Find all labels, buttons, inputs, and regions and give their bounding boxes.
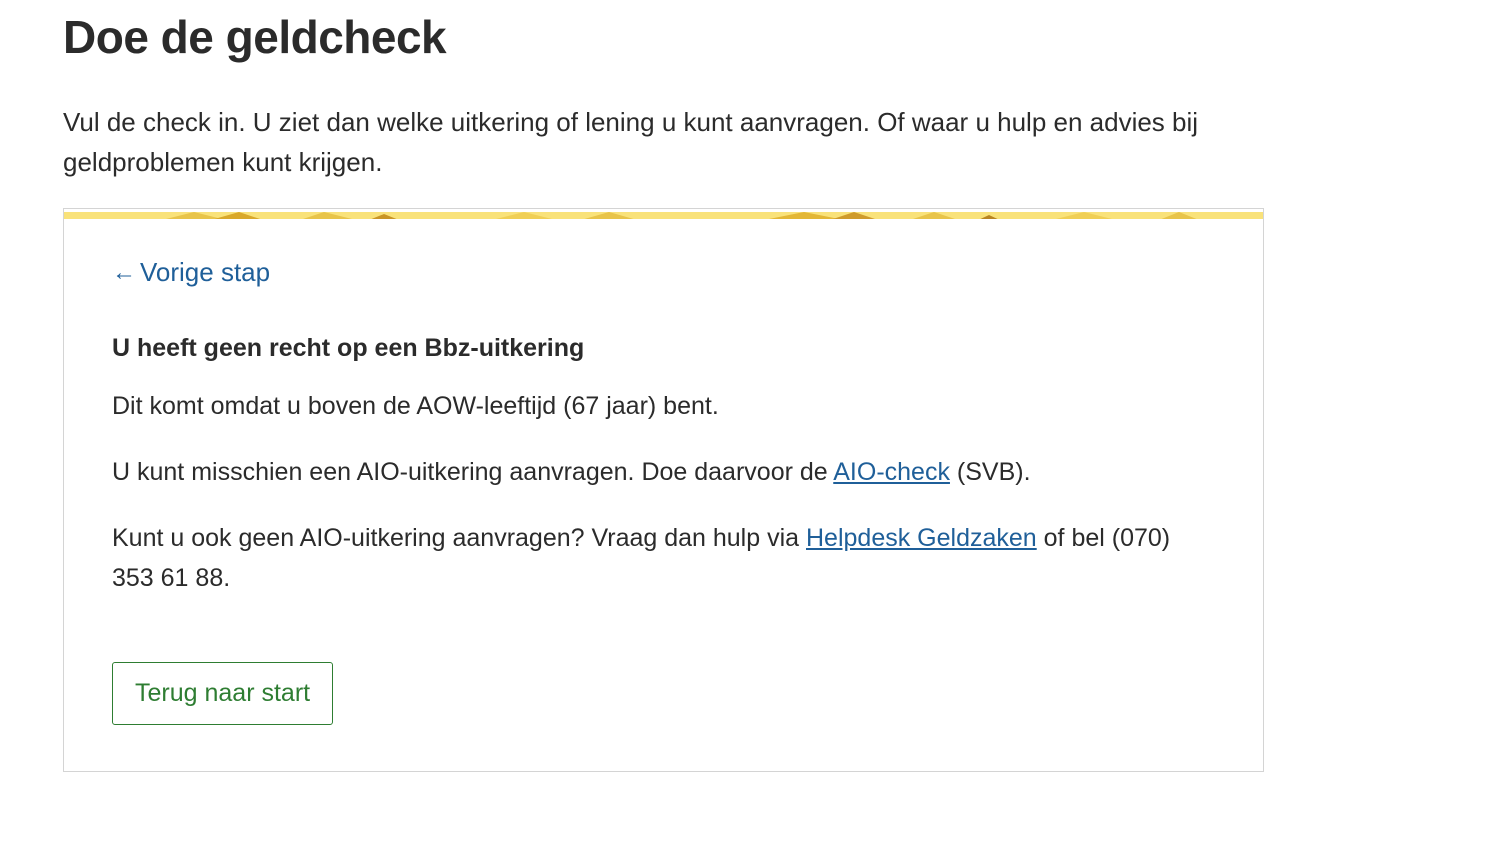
result-card: ← Vorige stap U heeft geen recht op een … [63, 208, 1264, 772]
aio-text-before: U kunt misschien een AIO-uitkering aanvr… [112, 458, 834, 486]
aio-check-link[interactable]: AIO-check [833, 458, 950, 486]
reason-text: Dit komt omdat u boven de AOW-leeftijd (… [112, 392, 719, 420]
aio-paragraph: U kunt misschien een AIO-uitkering aanvr… [112, 452, 1212, 492]
restart-button[interactable]: Terug naar start [112, 662, 334, 725]
decorative-stripe [64, 209, 1263, 219]
card-body: ← Vorige stap U heeft geen recht op een … [112, 257, 1212, 598]
intro-text: Vul de check in. U ziet dan welke uitker… [63, 107, 1199, 177]
helpdesk-geldzaken-link[interactable]: Helpdesk Geldzaken [806, 524, 1037, 552]
helpdesk-text-before: Kunt u ook geen AIO-uitkering aanvragen?… [112, 524, 806, 552]
aio-text-after: (SVB). [949, 458, 1031, 486]
back-link[interactable]: ← Vorige stap [112, 257, 270, 288]
result-heading: U heeft geen recht op een Bbz-uitkering [112, 334, 585, 362]
helpdesk-paragraph: Kunt u ook geen AIO-uitkering aanvragen?… [112, 518, 1212, 598]
arrow-left-icon: ← [112, 258, 136, 286]
back-link-label: Vorige stap [140, 257, 271, 287]
page-title: Doe de geldcheck [63, 11, 447, 63]
page: Doe de geldcheck Vul de check in. U ziet… [0, 0, 1507, 868]
